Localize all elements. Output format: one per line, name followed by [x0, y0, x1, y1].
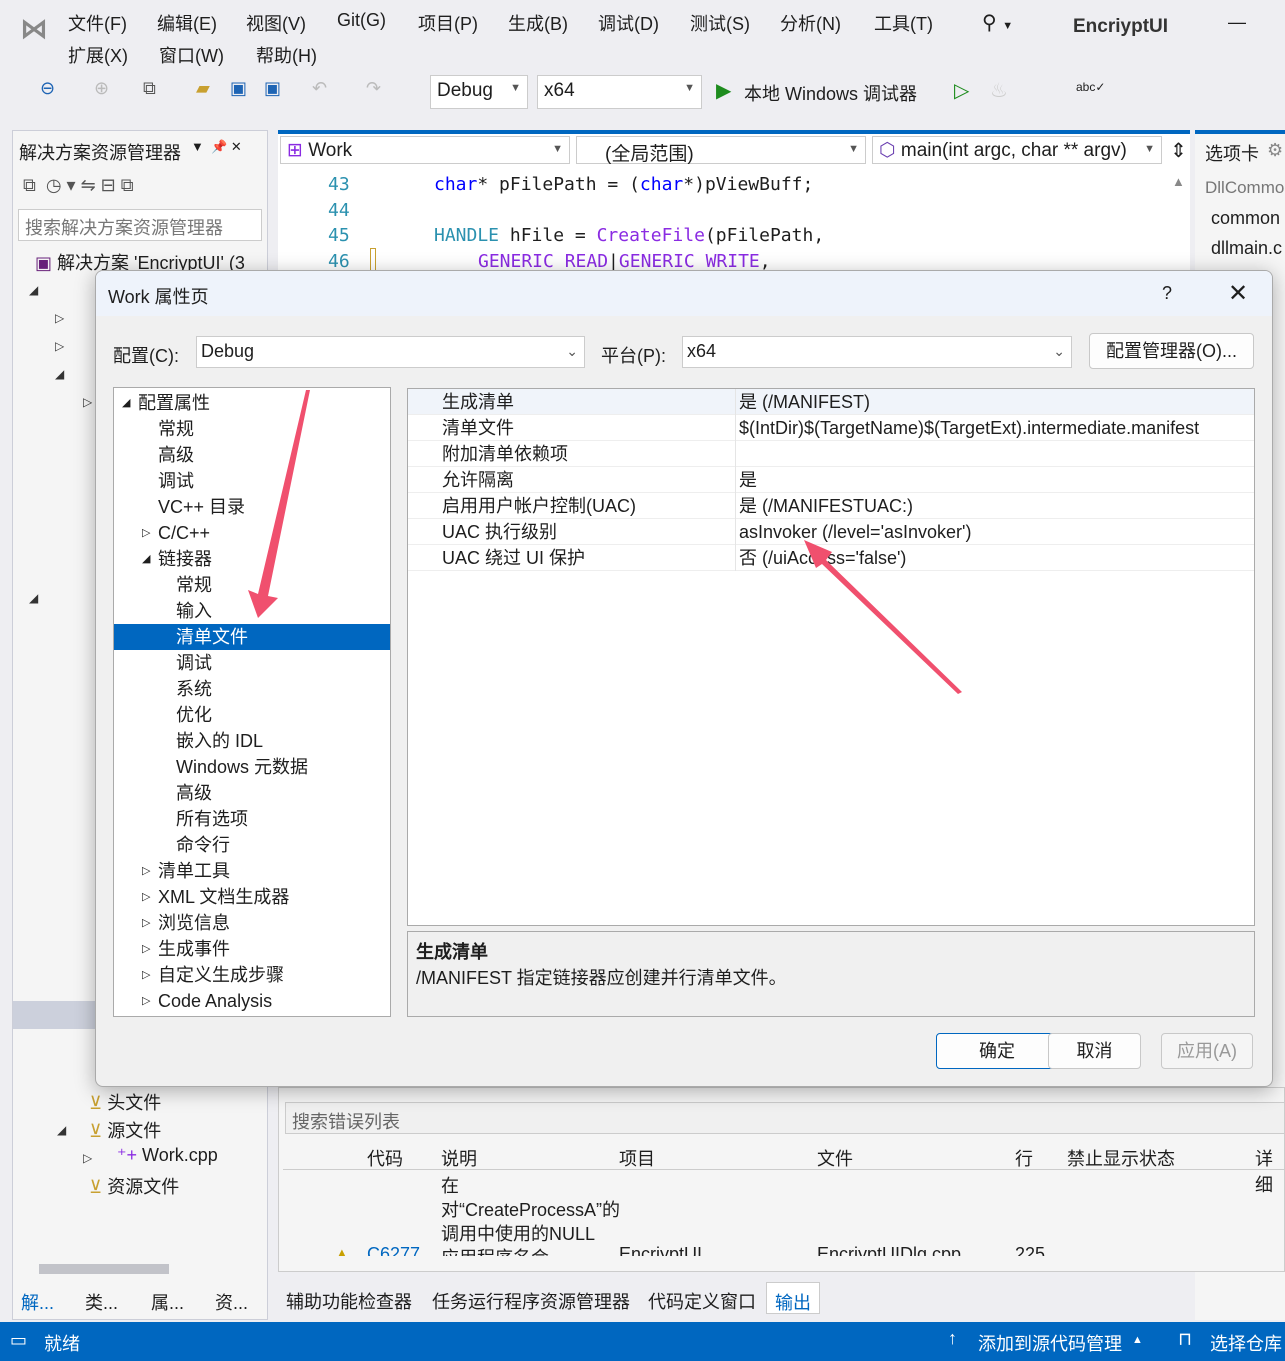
red-arrow: [804, 540, 962, 694]
red-arrow: [248, 390, 310, 618]
annotation-arrows: [248, 390, 962, 694]
